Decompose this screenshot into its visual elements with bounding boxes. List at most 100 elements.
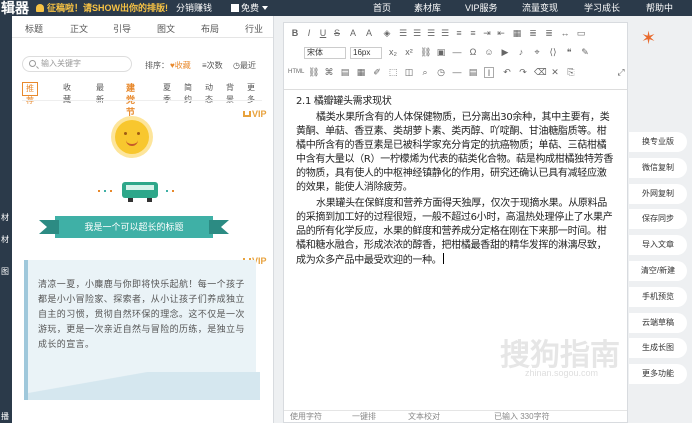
save-sync-button[interactable]: 保存同步 — [629, 209, 687, 229]
sort-recent[interactable]: ◷最近 — [233, 60, 256, 71]
wechat-copy-button[interactable]: 微信复制 — [629, 158, 687, 178]
list-icon[interactable]: ≡ — [454, 28, 464, 39]
tab-image-text[interactable]: 图文 — [157, 22, 175, 35]
letter-spacing-icon[interactable]: ↔ — [560, 28, 570, 39]
font-family-select[interactable]: 宋体 — [304, 47, 346, 59]
code-icon[interactable]: ⟨⟩ — [548, 47, 558, 58]
format-painter-icon[interactable]: ✐ — [372, 67, 382, 78]
brush-icon[interactable]: ✎ — [580, 47, 590, 58]
hr-icon[interactable]: — — [452, 47, 462, 58]
mobile-preview-button[interactable]: 手机预览 — [629, 287, 687, 307]
bus-illustration[interactable] — [122, 182, 158, 202]
cloud-drafts-button[interactable]: 云端草稿 — [629, 313, 687, 333]
sidebar-edge-item[interactable]: 材 — [1, 212, 9, 223]
sun-illustration[interactable] — [115, 120, 149, 154]
cat-recommended[interactable]: 推荐 — [22, 82, 38, 105]
title-banner-template[interactable]: 我是一个可以超长的标题 — [39, 216, 229, 238]
cat-party-day[interactable]: 建党节 — [126, 82, 135, 117]
cat-dynamic[interactable]: 动态 — [205, 82, 213, 104]
cat-favorites[interactable]: 收藏 — [63, 82, 71, 104]
promo-link[interactable]: 征稿啦！请SHOW出你的排版! — [36, 0, 168, 16]
h-line-icon[interactable]: ― — [452, 67, 462, 78]
cat-simple[interactable]: 简约 — [184, 82, 192, 104]
search-input[interactable]: 输入关键字 — [22, 56, 132, 72]
sidebar-edge-item[interactable]: 图 — [1, 266, 9, 277]
text-card-template[interactable]: 清凉一夏，小麋鹿与你即将快乐起航！每一个孩子都是小小冒险家、探索者，从小让孩子们… — [24, 260, 260, 400]
superscript-icon[interactable]: x² — [404, 47, 414, 58]
undo-icon[interactable]: ↶ — [502, 67, 512, 78]
pro-version-button[interactable]: 换专业版 — [629, 132, 687, 152]
clear-icon[interactable]: ⌫ — [534, 67, 547, 78]
align-right-icon[interactable]: ☰ — [426, 28, 436, 39]
bg-color-icon[interactable]: A — [364, 28, 374, 39]
external-copy-button[interactable]: 外网复制 — [629, 184, 687, 204]
cat-summer[interactable]: 夏季 — [163, 82, 171, 104]
status-oneclick[interactable]: 一键排 — [352, 411, 376, 423]
quote-icon[interactable]: ❝ — [564, 47, 574, 58]
tab-layout[interactable]: 布局 — [201, 22, 219, 35]
search-replace-icon[interactable]: ⌕ — [420, 67, 430, 78]
music-icon[interactable]: ♪ — [516, 47, 526, 58]
outdent-icon[interactable]: ⇤ — [496, 28, 506, 39]
import-article-button[interactable]: 导入文章 — [629, 235, 687, 255]
para-spacing-icon[interactable]: ≣ — [544, 28, 554, 39]
fullwidth-icon[interactable]: ⬚ — [388, 67, 398, 78]
sidebar-edge-item[interactable]: 播 — [1, 411, 9, 422]
tab-title[interactable]: 标题 — [25, 22, 43, 35]
strike-icon[interactable]: S — [332, 28, 342, 39]
clear-format-icon[interactable]: ◈ — [382, 28, 392, 39]
expand-icon[interactable]: ⤢ — [616, 67, 626, 78]
cat-more[interactable]: 更多 — [247, 82, 255, 104]
more-functions-button[interactable]: 更多功能 — [629, 364, 687, 384]
delete-icon[interactable]: ✕ — [550, 67, 560, 78]
tab-industry[interactable]: 行业 — [245, 22, 263, 35]
special-char-icon[interactable]: Ω — [468, 47, 478, 58]
html-icon[interactable]: HTML — [288, 67, 304, 78]
subscript-icon[interactable]: x₂ — [388, 47, 398, 58]
cursor-icon[interactable]: I — [484, 67, 494, 78]
tab-guide[interactable]: 引导 — [113, 22, 131, 35]
emoji-icon[interactable]: ☺ — [484, 47, 494, 58]
font-size-select[interactable]: 16px — [350, 47, 382, 59]
sidebar-edge-item[interactable]: 材 — [1, 234, 9, 245]
sort-favorites[interactable]: ♥收藏 — [170, 60, 191, 71]
grid-icon[interactable]: ▦ — [356, 67, 366, 78]
nav-vip[interactable]: VIP服务 — [465, 0, 498, 16]
table-icon[interactable]: ▦ — [512, 28, 522, 39]
preview-icon[interactable]: ◫ — [404, 67, 414, 78]
attach-icon[interactable]: ⌘ — [324, 67, 334, 78]
insert-link-icon[interactable]: ⛓ — [308, 67, 319, 78]
nav-monetize[interactable]: 流量变现 — [522, 0, 558, 16]
document-content[interactable]: 2.1 橘瓣罐头需求现状 橘类水果所含有的人体保健物质，已分离出30余种，其中主… — [296, 95, 616, 270]
nav-materials[interactable]: 素材库 — [414, 0, 441, 16]
status-proofread[interactable]: 文本校对 — [408, 411, 440, 423]
ordered-list-icon[interactable]: ≡ — [468, 28, 478, 39]
sort-count[interactable]: ≡次数 — [202, 60, 223, 71]
cat-background[interactable]: 背景 — [226, 82, 234, 104]
align-center-icon[interactable]: ☰ — [412, 28, 422, 39]
cat-latest[interactable]: 最新 — [96, 82, 104, 104]
font-color-icon[interactable]: A — [348, 28, 358, 39]
nav-help[interactable]: 帮助中 — [646, 0, 673, 16]
nav-home[interactable]: 首页 — [373, 0, 391, 16]
align-left-icon[interactable]: ☰ — [398, 28, 408, 39]
video-icon[interactable]: ▶ — [500, 47, 510, 58]
indent-icon[interactable]: ⇥ — [482, 28, 492, 39]
justify-icon[interactable]: ☰ — [440, 28, 450, 39]
picture-icon[interactable]: ▤ — [340, 67, 350, 78]
italic-icon[interactable]: I — [304, 28, 314, 39]
map-icon[interactable]: ⌖ — [532, 47, 542, 58]
nav-learn[interactable]: 学习成长 — [584, 0, 620, 16]
chevron-down-icon[interactable] — [262, 6, 268, 10]
image-icon[interactable]: ▣ — [436, 47, 446, 58]
status-chars[interactable]: 使用字符 — [290, 411, 322, 423]
copy-icon[interactable]: ⎘ — [566, 67, 576, 78]
border-icon[interactable]: ▭ — [576, 28, 586, 39]
earn-link[interactable]: 分销赚钱 — [176, 0, 212, 16]
free-toggle[interactable]: 免费 — [231, 0, 259, 16]
long-image-button[interactable]: 生成长图 — [629, 338, 687, 358]
redo-icon[interactable]: ↷ — [518, 67, 528, 78]
underline-icon[interactable]: U — [318, 28, 328, 39]
link-icon[interactable]: ⛓ — [420, 47, 431, 58]
clear-new-button[interactable]: 清空/新建 — [629, 261, 687, 281]
